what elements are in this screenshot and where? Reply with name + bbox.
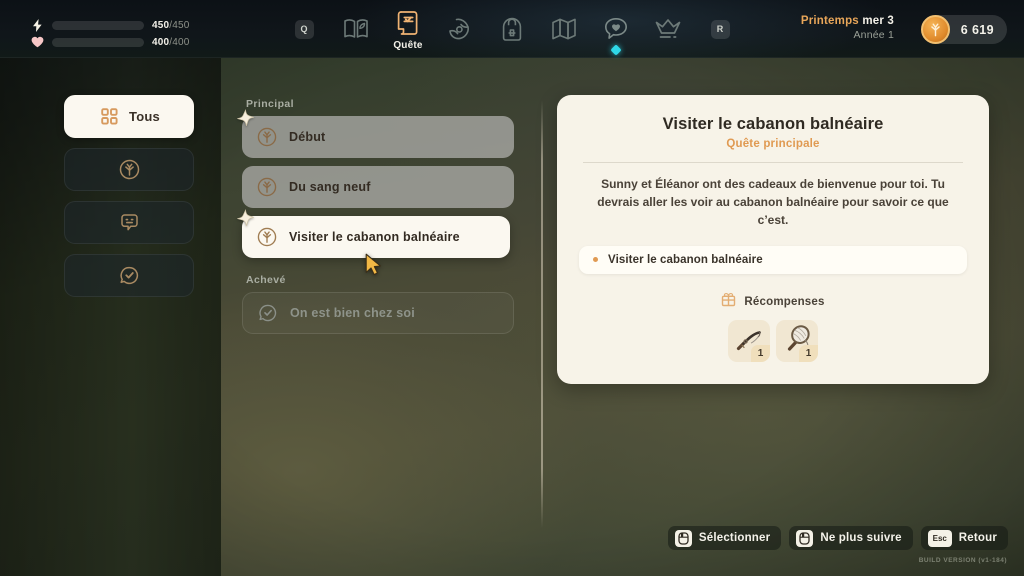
nav-prev-key[interactable]: Q xyxy=(278,0,330,58)
energy-stat: 450/450 xyxy=(30,18,190,32)
quest-list-item-completed[interactable]: On est bien chez soi xyxy=(242,292,514,334)
date-year: Année 1 xyxy=(853,29,894,41)
backpack-icon xyxy=(497,14,527,44)
rewards-header: Récompenses xyxy=(579,292,967,312)
tracked-star-icon xyxy=(236,209,255,228)
nav-item-relationships[interactable] xyxy=(590,0,642,58)
reward-quantity: 1 xyxy=(799,344,818,362)
heart-icon xyxy=(30,36,44,49)
detail-separator xyxy=(583,162,963,163)
notification-badge-icon xyxy=(610,44,622,56)
completed-check-bubble-icon xyxy=(118,265,140,287)
date-season-day: Printemps mer 3 xyxy=(800,15,894,27)
quest-detail-description: Sunny et Éléanor ont des cadeaux de bien… xyxy=(597,177,949,228)
tools-icon xyxy=(445,14,475,44)
game-screen: 450/450 400/400 Q Quête R Printemps mer … xyxy=(0,0,1024,576)
quest-detail-subtitle: Quête principale xyxy=(726,138,820,150)
currency-amount: 6 619 xyxy=(960,22,994,37)
quest-filter-rail: Tous xyxy=(64,95,194,297)
mouse-left-click-icon xyxy=(796,529,814,547)
untrack-action-label: Ne plus suivre xyxy=(820,532,902,544)
health-bar-track xyxy=(52,37,144,47)
quest-list-item-title: Du sang neuf xyxy=(289,180,371,194)
back-action-button[interactable]: Esc Retour xyxy=(920,526,1008,550)
filter-all-label: Tous xyxy=(129,109,160,124)
player-stats: 450/450 400/400 xyxy=(30,18,190,48)
completed-check-bubble-icon xyxy=(257,303,278,324)
nav-item-quest-label: Quête xyxy=(393,39,423,51)
filter-main-quests-button[interactable] xyxy=(64,148,194,191)
reward-item[interactable]: 1 xyxy=(728,319,770,362)
coin-icon xyxy=(920,15,950,44)
select-action-label: Sélectionner xyxy=(698,532,771,544)
rewards-list: 1 1 xyxy=(579,319,967,362)
tracked-star-icon xyxy=(236,109,255,128)
grid-icon xyxy=(98,106,120,128)
crown-icon xyxy=(653,14,683,44)
quest-list-item-title: On est bien chez soi xyxy=(290,306,415,320)
energy-value: 450/450 xyxy=(152,19,190,31)
dialogue-bubble-icon xyxy=(118,212,140,234)
filter-all-button[interactable]: Tous xyxy=(64,95,194,138)
relationships-heart-icon xyxy=(601,14,631,44)
nav-item-journal[interactable] xyxy=(330,0,382,58)
lightning-icon xyxy=(30,18,44,32)
top-hud-bar: 450/450 400/400 Q Quête R Printemps mer … xyxy=(0,0,1024,58)
quest-list-item[interactable]: Du sang neuf xyxy=(242,166,514,208)
reward-item[interactable]: 1 xyxy=(776,319,818,362)
panel-divider xyxy=(541,100,543,528)
reward-quantity: 1 xyxy=(751,344,770,362)
quest-list-item-wrap: Visiter le cabanon balnéaire xyxy=(237,209,514,258)
gift-box-icon xyxy=(721,292,736,312)
nav-item-quest[interactable]: Quête xyxy=(382,0,434,58)
quest-list-item-title: Visiter le cabanon balnéaire xyxy=(289,230,460,244)
pointer-arrow-cursor xyxy=(365,253,382,281)
esc-key-icon: Esc xyxy=(927,529,952,547)
main-quest-plant-icon xyxy=(256,227,277,248)
rewards-label: Récompenses xyxy=(744,295,825,308)
back-action-label: Retour xyxy=(958,532,997,544)
main-quest-plant-icon xyxy=(256,177,277,198)
quest-list-item-wrap: Début xyxy=(237,109,514,158)
date-display: Printemps mer 3 Année 1 xyxy=(801,15,894,41)
health-value: 400/400 xyxy=(152,36,190,48)
currency-display: 6 619 xyxy=(920,15,1007,44)
main-quest-plant-icon xyxy=(256,127,277,148)
map-icon xyxy=(549,14,579,44)
quest-scroll-icon xyxy=(393,8,423,38)
quest-list-item[interactable]: Début xyxy=(242,116,514,158)
main-navigation: Q Quête R xyxy=(278,0,746,58)
quest-list-item-selected[interactable]: Visiter le cabanon balnéaire xyxy=(242,216,510,258)
objective-bullet-icon xyxy=(593,257,598,263)
key-q-icon: Q xyxy=(294,19,314,39)
mouse-left-click-icon xyxy=(674,529,692,547)
quest-list-item-title: Début xyxy=(289,130,326,144)
key-r-icon: R xyxy=(710,19,730,39)
quest-objective-text: Visiter le cabanon balnéaire xyxy=(608,253,763,266)
quest-detail-panel: Visiter le cabanon balnéaire Quête princ… xyxy=(557,95,989,384)
journal-icon xyxy=(341,14,371,44)
health-stat: 400/400 xyxy=(30,36,190,48)
quest-objective-row: Visiter le cabanon balnéaire xyxy=(579,245,967,274)
main-quest-plant-icon xyxy=(118,159,140,181)
filter-dialogue-quests-button[interactable] xyxy=(64,201,194,244)
build-version-label: BUILD VERSION (v1-184) xyxy=(918,557,1007,564)
quest-list-item-wrap: Du sang neuf xyxy=(242,166,514,208)
footer-actions: Sélectionner Ne plus suivre Esc Retour xyxy=(667,526,1008,550)
nav-item-tools[interactable] xyxy=(434,0,486,58)
nav-item-inventory[interactable] xyxy=(486,0,538,58)
filter-completed-quests-button[interactable] xyxy=(64,254,194,297)
untrack-action-button[interactable]: Ne plus suivre xyxy=(789,526,913,550)
quest-detail-title: Visiter le cabanon balnéaire xyxy=(662,115,884,133)
nav-item-ranking[interactable] xyxy=(642,0,694,58)
nav-item-map[interactable] xyxy=(538,0,590,58)
quest-section-active-label: Principal xyxy=(246,98,294,110)
nav-next-key[interactable]: R xyxy=(694,0,746,58)
quest-list-item-wrap: On est bien chez soi xyxy=(242,292,514,334)
select-action-button[interactable]: Sélectionner xyxy=(667,526,782,550)
energy-bar-track xyxy=(52,20,144,30)
quest-list: Principal Début Du sang neuf Visiter le … xyxy=(237,98,514,342)
